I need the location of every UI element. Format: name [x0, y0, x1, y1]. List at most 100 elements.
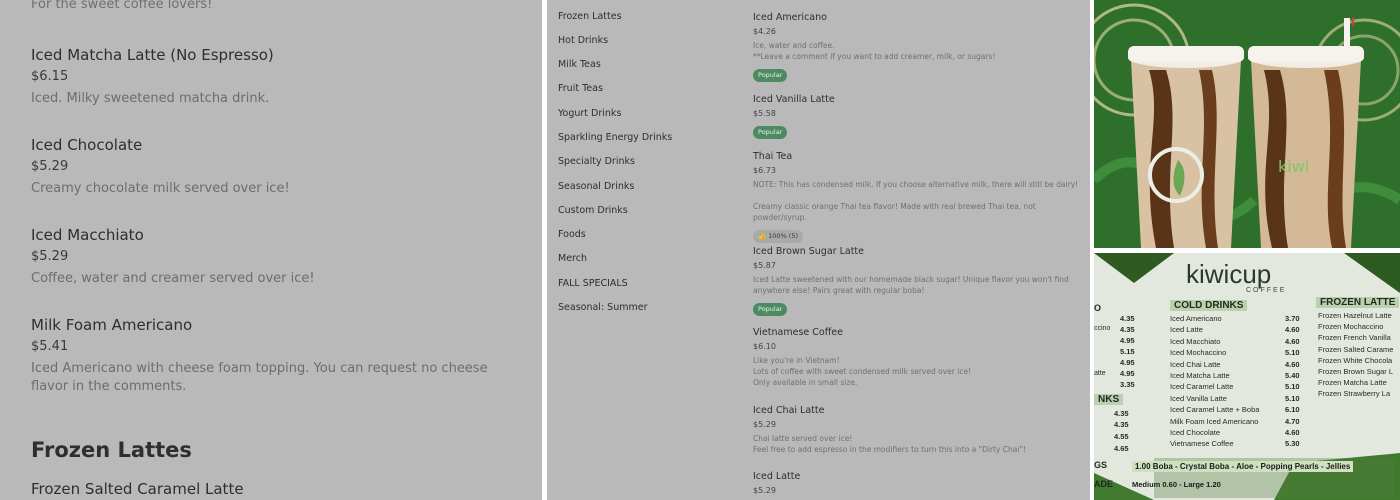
frozen-drink-name: Frozen White Chocola	[1318, 355, 1393, 365]
item-price: $5.41	[31, 339, 69, 354]
item-price: $6.73	[753, 166, 776, 175]
category-link[interactable]: Fruit Teas	[558, 83, 603, 94]
cold-drink-name: Vietnamese Coffee	[1170, 439, 1234, 449]
cold-drink-price: 4.60	[1285, 336, 1300, 346]
menu-item[interactable]: Iced Brown Sugar Latte $5.87 Iced Latte …	[753, 246, 1083, 316]
item-name: Iced Brown Sugar Latte	[753, 246, 864, 257]
frozen-drink-name: Frozen Mochaccino	[1318, 322, 1384, 332]
board-price: 4.35	[1120, 314, 1135, 323]
frozen-drink-name: Frozen French Vanilla	[1318, 333, 1391, 343]
board-price: 4.55	[1114, 432, 1129, 441]
section-intro: For the sweet coffee lovers!	[31, 0, 213, 12]
cold-drink-name: Iced Mochaccino	[1170, 348, 1227, 358]
board-price: 4.95	[1120, 358, 1135, 367]
board-price: 4.35	[1114, 420, 1129, 429]
popular-badge: Popular	[753, 69, 788, 82]
board-label: O	[1094, 303, 1102, 313]
category-link[interactable]: Yogurt Drinks	[558, 108, 621, 119]
item-name: Vietnamese Coffee	[753, 327, 843, 338]
menu-item[interactable]: Iced Macchiato $5.29 Coffee, water and c…	[31, 226, 521, 288]
cold-drink-name: Milk Foam Iced Americano	[1170, 416, 1259, 426]
category-link[interactable]: Custom Drinks	[558, 205, 628, 216]
menu-item[interactable]: Frozen Salted Caramel Latte	[31, 480, 244, 498]
cold-drink-price: 5.40	[1285, 371, 1300, 380]
category-link[interactable]: Milk Teas	[558, 59, 601, 70]
menu-item[interactable]: Iced Americano $4.26 Ice, water and coff…	[753, 12, 1083, 82]
board-label: ccino	[1094, 325, 1111, 332]
iced-coffee-cups-image: kiwi	[1094, 0, 1400, 248]
cold-drink-price: 4.70	[1285, 416, 1300, 426]
item-name: Iced Chocolate	[31, 136, 143, 154]
item-description: Creamy chocolate milk served over ice!	[31, 181, 290, 196]
frozen-drink-name: Frozen Salted Carame	[1318, 344, 1394, 354]
board-price: 4.65	[1114, 444, 1129, 453]
sizes-line: Medium 0.60 - Large 1.20	[1132, 480, 1221, 489]
category-link[interactable]: Merch	[558, 253, 587, 264]
item-price: $5.29	[753, 486, 776, 495]
category-link[interactable]: Hot Drinks	[558, 35, 608, 46]
menu-item[interactable]: Iced Chai Latte $5.29 Chai latte served …	[753, 405, 1083, 455]
cold-drink-price: 3.70	[1285, 314, 1300, 323]
cold-drink-price: 4.60	[1285, 428, 1300, 437]
cold-drink-name: Iced Americano	[1170, 314, 1222, 323]
board-label: ADE	[1094, 479, 1114, 489]
cold-drink-name: Iced Vanilla Latte	[1170, 393, 1227, 403]
item-description: Chai latte served over ice! Feel free to…	[753, 434, 1026, 454]
board-price: 3.35	[1120, 380, 1135, 389]
board-price: 4.35	[1120, 325, 1135, 334]
menu-detail-panel: For the sweet coffee lovers! Iced Matcha…	[0, 0, 542, 500]
cold-drink-name: Iced Chai Latte	[1170, 359, 1221, 369]
cold-drink-name: Iced Chocolate	[1170, 428, 1221, 437]
menu-item[interactable]: Vietnamese Coffee $6.10 Like you're in V…	[753, 327, 1083, 388]
category-link[interactable]: Foods	[558, 229, 586, 240]
popular-badge: Popular	[753, 303, 788, 316]
item-price: $5.87	[753, 261, 776, 270]
cold-drink-name: Iced Macchiato	[1170, 336, 1221, 346]
item-name: Iced Latte	[753, 471, 801, 482]
cold-drink-price: 5.10	[1285, 382, 1300, 392]
frozen-drink-name: Frozen Matcha Latte	[1318, 378, 1387, 388]
board-section-heading: FROZEN LATTE	[1316, 297, 1400, 308]
board-section-heading: COLD DRINKS	[1170, 300, 1248, 311]
menu-item[interactable]: Milk Foam Americano $5.41 Iced Americano…	[31, 316, 521, 396]
svg-text:kiwi: kiwi	[1278, 157, 1309, 176]
item-price: $5.29	[31, 159, 69, 174]
item-price: $5.29	[753, 420, 776, 429]
menu-item[interactable]: Iced Vanilla Latte $5.58 Popular	[753, 94, 1083, 139]
item-description: Ice, water and coffee. **Leave a comment…	[753, 41, 996, 61]
menu-item[interactable]: Iced Matcha Latte (No Espresso) $6.15 Ic…	[31, 46, 521, 108]
item-name: Iced Vanilla Latte	[753, 94, 835, 105]
drinks-photo: kiwi	[1094, 0, 1400, 248]
menu-item[interactable]: Thai Tea $6.73 NOTE: This has condensed …	[753, 151, 1083, 243]
menu-board-photo: kiwicup COFFEE O ccino atte 4.35 4.35 4.…	[1094, 253, 1400, 500]
item-name: Thai Tea	[753, 151, 793, 162]
cold-drink-price: 6.10	[1285, 405, 1300, 415]
item-name: Iced Chai Latte	[753, 405, 825, 416]
category-link[interactable]: Seasonal: Summer	[558, 302, 647, 313]
brand-subtitle: COFFEE	[1246, 287, 1287, 294]
board-label: GS	[1094, 460, 1108, 470]
category-link[interactable]: Seasonal Drinks	[558, 181, 634, 192]
item-price: $4.26	[753, 27, 776, 36]
category-link[interactable]: Frozen Lattes	[558, 11, 622, 22]
menu-item[interactable]: Iced Chocolate $5.29 Creamy chocolate mi…	[31, 136, 521, 198]
menu-list-panel: Frozen Lattes Hot Drinks Milk Teas Fruit…	[547, 0, 1090, 500]
cold-drink-price: 4.60	[1285, 325, 1300, 335]
board-price: 4.35	[1114, 409, 1129, 418]
item-name: Iced Americano	[753, 12, 827, 23]
frozen-drink-name: Frozen Hazelnut Latte	[1318, 311, 1392, 320]
cold-drink-price: 5.10	[1285, 348, 1300, 358]
category-link[interactable]: FALL SPECIALS	[558, 278, 628, 289]
cold-drink-name: Iced Caramel Latte	[1170, 382, 1234, 392]
category-link[interactable]: Sparkling Energy Drinks	[558, 132, 672, 143]
item-price: $6.15	[31, 69, 69, 84]
cold-drink-price: 5.30	[1285, 439, 1300, 449]
cold-drink-name: Iced Matcha Latte	[1170, 371, 1230, 380]
item-price: $5.29	[31, 249, 69, 264]
board-price: 5.15	[1120, 347, 1135, 356]
item-description: NOTE: This has condensed milk. If you ch…	[753, 180, 1079, 222]
cold-drink-name: Iced Caramel Latte + Boba	[1170, 405, 1260, 415]
item-description: Iced Latte sweetened with our homemade b…	[753, 275, 1069, 295]
category-link[interactable]: Specialty Drinks	[558, 156, 635, 167]
menu-item[interactable]: Iced Latte $5.29	[753, 471, 1083, 496]
